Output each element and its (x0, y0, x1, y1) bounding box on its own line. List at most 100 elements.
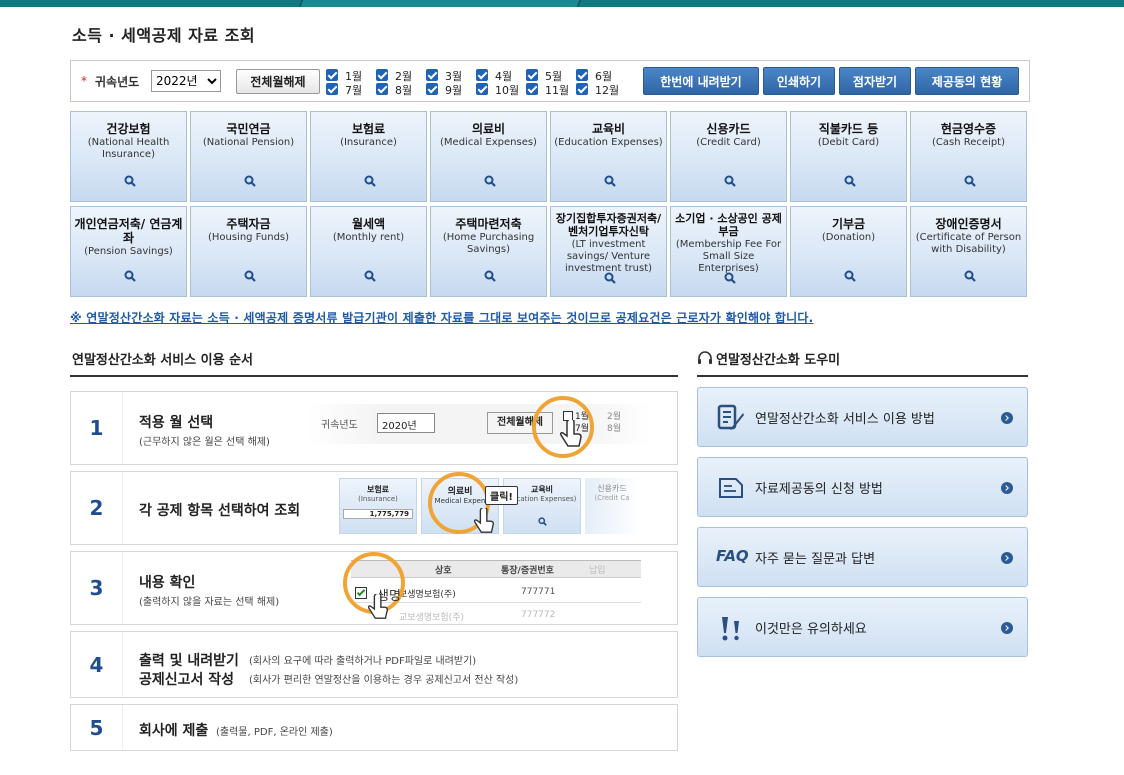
month-checkbox-8[interactable]: 8월 (376, 82, 424, 97)
category-tile-cash-receipt[interactable]: 현금영수증 (Cash Receipt) (910, 111, 1027, 202)
notice-link[interactable]: ※ 연말정산간소화 자료는 소득 · 세액공제 증명서류 발급기관이 제출한 자… (70, 309, 813, 326)
category-tile-small-business-fund[interactable]: 소기업 · 소상공인 공제부금 (Membership Fee For Small… (670, 206, 787, 297)
category-tile-insurance[interactable]: 보험료 (Insurance) (310, 111, 427, 202)
category-tile-donation[interactable]: 기부금 (Donation) (790, 206, 907, 297)
search-icon (244, 270, 256, 282)
search-icon (964, 175, 976, 187)
divider (697, 375, 1028, 377)
category-tile-debit-card[interactable]: 직불카드 등 (Debit Card) (790, 111, 907, 202)
step-3: 3 내용 확인 (출력하지 않을 자료는 선택 해제) 상호 통장/증권번호 납… (70, 551, 678, 625)
month-checkbox-7[interactable]: 7월 (326, 82, 374, 97)
checkbox-checked-icon (476, 69, 488, 81)
month-checkbox-5[interactable]: 5월 (526, 68, 574, 83)
print-button[interactable]: 인쇄하기 (763, 67, 835, 95)
month-checkbox-10[interactable]: 10월 (476, 82, 524, 97)
category-tile-education-expenses[interactable]: 교육비 (Education Expenses) (550, 111, 667, 202)
helper-link-faq[interactable]: FAQ 자주 묻는 질문과 답변 (697, 527, 1028, 587)
step-2: 2 각 공제 항목 선택하여 조회 보험료 (Insurance) 1,775,… (70, 471, 678, 545)
search-icon (484, 175, 496, 187)
search-icon (124, 175, 136, 187)
search-icon (964, 270, 976, 282)
helper-link-caution[interactable]: 이것만은 유의하세요 (697, 597, 1028, 657)
step-subtitle: (출력물, PDF, 온라인 제출) (216, 727, 333, 738)
deselect-all-months-button[interactable]: 전체월해제 (236, 69, 320, 94)
provider-consent-status-button[interactable]: 제공동의 현황 (915, 67, 1019, 95)
download-all-button[interactable]: 한번에 내려받기 (643, 67, 759, 95)
month-checkbox-11[interactable]: 11월 (526, 82, 574, 97)
category-tile-home-purchasing-savings[interactable]: 주택마련저축 (Home Purchasing Savings) (430, 206, 547, 297)
month-checkbox-3[interactable]: 3월 (426, 68, 474, 83)
helper-link-label: 연말정산간소화 서비스 이용 방법 (755, 412, 935, 427)
category-tile-monthly-rent[interactable]: 월세액 (Monthly rent) (310, 206, 427, 297)
checkbox-checked-icon (576, 83, 588, 95)
search-icon (484, 270, 496, 282)
category-tile-national-pension[interactable]: 국민연금 (National Pension) (190, 111, 307, 202)
filter-bar: * 귀속년도 2022년 전체월해제 1월 2월 3월 4월 5월 6월 7월 … (70, 60, 1030, 102)
step-number: 5 (71, 705, 123, 750)
step-5: 5 회사에 제출 (출력물, PDF, 온라인 제출) (70, 704, 678, 751)
checkbox-checked-icon (476, 83, 488, 95)
search-icon (724, 175, 736, 187)
month-checkbox-1[interactable]: 1월 (326, 68, 374, 83)
step-subtitle: (회사의 요구에 따라 출력하거나 PDF파일로 내려받기) (249, 656, 477, 667)
category-tile-credit-card[interactable]: 신용카드 (Credit Card) (670, 111, 787, 202)
braille-button[interactable]: 점자받기 (839, 67, 911, 95)
year-select[interactable]: 2022년 (151, 70, 221, 92)
search-icon (604, 272, 616, 284)
year-label: 귀속년도 (95, 75, 140, 89)
step-subtitle: (출력하지 않을 자료는 선택 해제) (139, 597, 280, 608)
step-number: 3 (71, 552, 123, 624)
chevron-right-icon (1001, 552, 1013, 564)
search-icon (604, 175, 616, 187)
checkbox-checked-icon (326, 83, 338, 95)
required-mark: * (81, 74, 87, 88)
top-tab-notch (298, 0, 582, 7)
category-tile-lt-investment-savings[interactable]: 장기집합투자증권저축/ 벤처기업투자신탁 (LT investment savin… (550, 206, 667, 297)
pointer-hand-icon (560, 420, 582, 447)
helper-link-label: 이것만은 유의하세요 (755, 622, 867, 637)
month-checkbox-9[interactable]: 9월 (426, 82, 474, 97)
step-title: 적용 월 선택 (139, 415, 214, 431)
step-title-2: 공제신고서 작성 (139, 672, 235, 688)
pointer-hand-icon (473, 508, 495, 533)
search-icon (844, 270, 856, 282)
headset-icon (698, 351, 712, 364)
chevron-right-icon (1001, 622, 1013, 634)
checkbox-checked-icon (426, 83, 438, 95)
category-tile-pension-savings[interactable]: 개인연금저축/ 연금계좌 (Pension Savings) (70, 206, 187, 297)
chevron-right-icon (1001, 412, 1013, 424)
caution-icon (722, 617, 739, 641)
step-title: 내용 확인 (139, 575, 196, 591)
category-tile-housing-funds[interactable]: 주택자금 (Housing Funds) (190, 206, 307, 297)
search-icon (364, 270, 376, 282)
month-checkbox-4[interactable]: 4월 (476, 68, 524, 83)
month-checkbox-2[interactable]: 2월 (376, 68, 424, 83)
document-pen-icon (717, 404, 744, 430)
step-number: 1 (71, 392, 123, 464)
step-1: 1 적용 월 선택 (근무하지 않은 월은 선택 해제) 귀속년도 2020년 … (70, 391, 678, 465)
process-section-title: 연말정산간소화 서비스 이용 순서 (72, 353, 254, 368)
category-tile-disability-certificate[interactable]: 장애인증명서 (Certificate of Person with Disabi… (910, 206, 1027, 297)
step-title: 회사에 제출 (139, 723, 209, 739)
month-checkbox-12[interactable]: 12월 (576, 82, 624, 97)
step1-illustration: 귀속년도 2020년 전체월해제 1월 7월 2월 8월 (307, 404, 652, 444)
search-icon (537, 517, 547, 526)
helper-link-consent-guide[interactable]: 자료제공동의 신청 방법 (697, 457, 1028, 517)
search-icon (244, 175, 256, 187)
helper-title: 연말정산간소화 도우미 (716, 353, 841, 368)
search-icon (124, 270, 136, 282)
step-subtitle: (근무하지 않은 월은 선택 해제) (139, 437, 270, 448)
month-checkbox-6[interactable]: 6월 (576, 68, 624, 83)
step-number: 4 (71, 632, 123, 697)
checkbox-checked-icon (326, 69, 338, 81)
step-title: 출력 및 내려받기 (139, 653, 239, 669)
category-tile-health-insurance[interactable]: 건강보험 (National Health Insurance) (70, 111, 187, 202)
checkbox-checked-icon (576, 69, 588, 81)
checkbox-checked-icon (426, 69, 438, 81)
document-icon (719, 478, 743, 498)
divider (70, 375, 678, 377)
helper-link-usage-guide[interactable]: 연말정산간소화 서비스 이용 방법 (697, 387, 1028, 447)
page-title: 소득 · 세액공제 자료 조회 (72, 26, 256, 45)
category-tile-medical-expenses[interactable]: 의료비 (Medical Expenses) (430, 111, 547, 202)
top-bar (0, 0, 1124, 7)
